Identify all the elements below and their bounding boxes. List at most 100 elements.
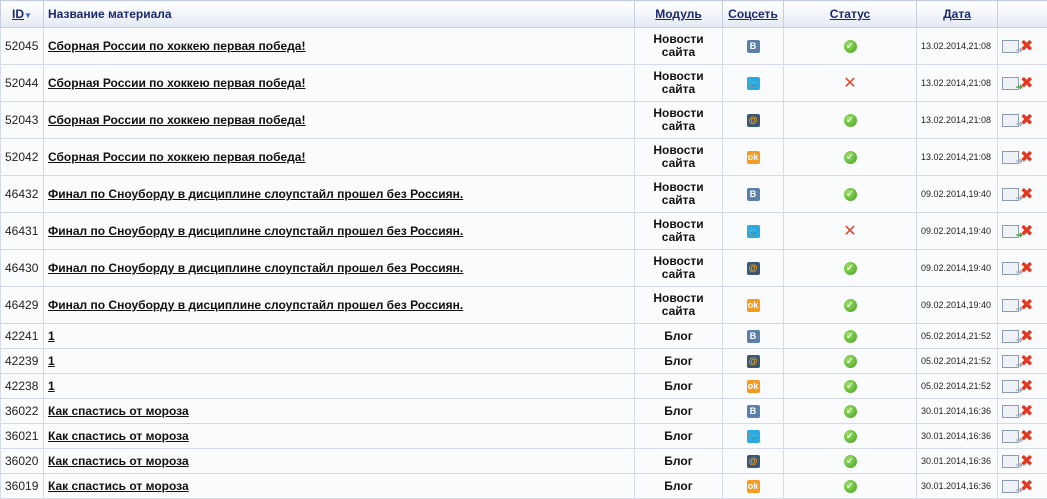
row-social-cell: B xyxy=(723,28,784,65)
status-ok-icon: ✓ xyxy=(844,40,857,53)
row-id: 46429 xyxy=(1,287,44,324)
row-social-cell: @ xyxy=(723,250,784,287)
row-name-cell: Финал по Сноуборду в дисциплине слоупста… xyxy=(44,213,635,250)
row-module: Блог xyxy=(635,449,723,474)
resend-icon[interactable] xyxy=(1002,225,1019,238)
material-title-link[interactable]: Как спастись от мороза xyxy=(48,479,189,493)
social-ok-icon: ok xyxy=(747,480,760,493)
resend-icon[interactable] xyxy=(1002,480,1019,493)
row-status-cell: ✓ xyxy=(784,474,917,499)
row-actions: ✖ xyxy=(998,176,1047,213)
social-mr-icon: @ xyxy=(747,262,760,275)
status-ok-icon: ✓ xyxy=(844,430,857,443)
resend-icon[interactable] xyxy=(1002,355,1019,368)
resend-icon[interactable] xyxy=(1002,77,1019,90)
row-name-cell: 1 xyxy=(44,374,635,399)
status-ok-icon: ✓ xyxy=(844,262,857,275)
material-title-link[interactable]: Финал по Сноуборду в дисциплине слоупста… xyxy=(48,224,463,238)
sort-by-id-link[interactable]: ID xyxy=(12,7,24,21)
material-title-link[interactable]: Как спастись от мороза xyxy=(48,454,189,468)
row-social-cell: ok xyxy=(723,287,784,324)
material-title-link[interactable]: Сборная России по хоккею первая победа! xyxy=(48,39,305,53)
material-title-link[interactable]: Финал по Сноуборду в дисциплине слоупста… xyxy=(48,187,463,201)
row-id: 36020 xyxy=(1,449,44,474)
table-row: 52045Сборная России по хоккею первая поб… xyxy=(1,28,1047,65)
resend-icon[interactable] xyxy=(1002,299,1019,312)
sort-desc-icon[interactable]: ▼ xyxy=(24,11,32,20)
material-title-link[interactable]: Финал по Сноуборду в дисциплине слоупста… xyxy=(48,298,463,312)
social-mr-icon: @ xyxy=(747,455,760,468)
column-header-module[interactable]: Модуль xyxy=(635,1,723,28)
social-tw-icon: 🐦 xyxy=(747,430,760,443)
row-social-cell: B xyxy=(723,324,784,349)
resend-icon[interactable] xyxy=(1002,380,1019,393)
material-title-link[interactable]: Финал по Сноуборду в дисциплине слоупста… xyxy=(48,261,463,275)
status-ok-icon: ✓ xyxy=(844,151,857,164)
row-status-cell: ✓ xyxy=(784,250,917,287)
status-error-icon: ✕ xyxy=(843,74,856,91)
row-date: 30.01.2014,16:36 xyxy=(917,474,998,499)
row-name-cell: Как спастись от мороза xyxy=(44,474,635,499)
column-header-id[interactable]: ID▼ xyxy=(1,1,44,28)
row-actions: ✖ xyxy=(998,213,1047,250)
column-header-date[interactable]: Дата xyxy=(917,1,998,28)
row-module: Новости сайта xyxy=(635,287,723,324)
sort-by-date-link[interactable]: Дата xyxy=(943,7,971,21)
material-title-link[interactable]: Сборная России по хоккею первая победа! xyxy=(48,113,305,127)
material-title-link[interactable]: Сборная России по хоккею первая победа! xyxy=(48,76,305,90)
row-social-cell: ok xyxy=(723,374,784,399)
column-header-status[interactable]: Статус xyxy=(784,1,917,28)
row-actions: ✖ xyxy=(998,474,1047,499)
resend-icon[interactable] xyxy=(1002,455,1019,468)
resend-icon[interactable] xyxy=(1002,405,1019,418)
sort-by-status-link[interactable]: Статус xyxy=(830,7,870,21)
table-row: 46431Финал по Сноуборду в дисциплине сло… xyxy=(1,213,1047,250)
row-date: 09.02.2014,19:40 xyxy=(917,250,998,287)
social-ok-icon: ok xyxy=(747,299,760,312)
row-id: 42238 xyxy=(1,374,44,399)
resend-icon[interactable] xyxy=(1002,430,1019,443)
row-actions: ✖ xyxy=(998,449,1047,474)
resend-icon[interactable] xyxy=(1002,40,1019,53)
column-header-name: Название материала xyxy=(44,1,635,28)
row-module: Блог xyxy=(635,474,723,499)
row-social-cell: ok xyxy=(723,474,784,499)
table-row: 46429 Финал по Сноуборду в дисциплине сло… xyxy=(1,287,1047,324)
social-mr-icon: @ xyxy=(747,355,760,368)
table-row: 46430 Финал по Сноуборду в дисциплине сло… xyxy=(1,250,1047,287)
row-date: 05.02.2014,21:52 xyxy=(917,349,998,374)
material-title-link[interactable]: Как спастись от мороза xyxy=(48,404,189,418)
row-id: 46430 xyxy=(1,250,44,287)
social-vk-icon: B xyxy=(747,40,760,53)
row-date: 09.02.2014,19:40 xyxy=(917,213,998,250)
row-name-cell: Как спастись от мороза xyxy=(44,424,635,449)
column-header-actions xyxy=(998,1,1047,28)
sort-by-module-link[interactable]: Модуль xyxy=(655,7,701,21)
table-row: 422411БлогB✓05.02.2014,21:52✖ xyxy=(1,324,1047,349)
row-date: 05.02.2014,21:52 xyxy=(917,374,998,399)
row-id: 52044 xyxy=(1,65,44,102)
resend-icon[interactable] xyxy=(1002,330,1019,343)
resend-icon[interactable] xyxy=(1002,262,1019,275)
material-title-link[interactable]: 1 xyxy=(48,379,55,393)
row-date: 30.01.2014,16:36 xyxy=(917,449,998,474)
column-header-social[interactable]: Соцсеть xyxy=(723,1,784,28)
material-title-link[interactable]: 1 xyxy=(48,329,55,343)
row-status-cell: ✓ xyxy=(784,374,917,399)
row-module: Блог xyxy=(635,349,723,374)
resend-icon[interactable] xyxy=(1002,114,1019,127)
row-module: Новости сайта xyxy=(635,102,723,139)
resend-icon[interactable] xyxy=(1002,151,1019,164)
material-title-link[interactable]: Сборная России по хоккею первая победа! xyxy=(48,150,305,164)
row-module: Блог xyxy=(635,399,723,424)
row-actions: ✖ xyxy=(998,102,1047,139)
material-title-link[interactable]: 1 xyxy=(48,354,55,368)
row-actions: ✖ xyxy=(998,349,1047,374)
resend-icon[interactable] xyxy=(1002,188,1019,201)
row-module: Новости сайта xyxy=(635,176,723,213)
table-row: 52043Сборная России по хоккею первая поб… xyxy=(1,102,1047,139)
row-social-cell: ok xyxy=(723,139,784,176)
sort-by-social-link[interactable]: Соцсеть xyxy=(728,7,778,21)
row-social-cell: @ xyxy=(723,349,784,374)
material-title-link[interactable]: Как спастись от мороза xyxy=(48,429,189,443)
